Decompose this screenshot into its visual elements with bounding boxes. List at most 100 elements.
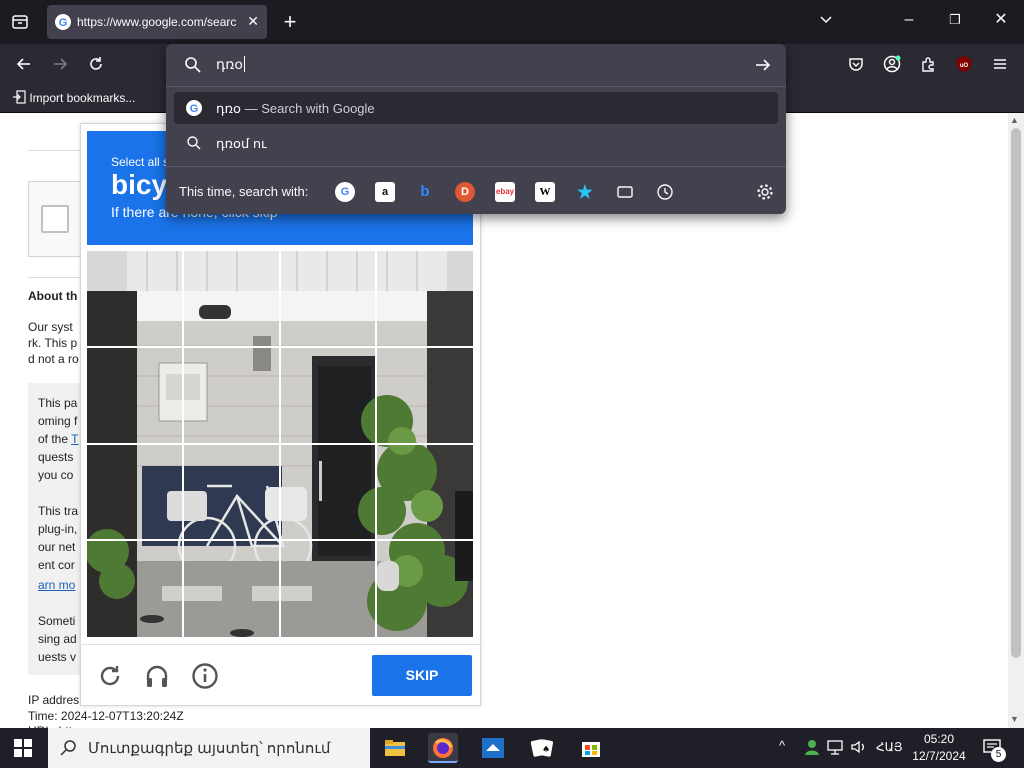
reload-challenge-icon[interactable] [96, 662, 124, 695]
tab-list-icon[interactable] [6, 8, 34, 36]
captcha-image-grid[interactable] [87, 251, 473, 637]
info-line: ent cor [38, 558, 75, 572]
file-explorer-icon[interactable] [380, 733, 410, 763]
input-language-indicator[interactable]: ՀԱՅ [876, 740, 903, 754]
import-icon [13, 90, 26, 104]
minimize-button[interactable]: – [895, 6, 923, 34]
wikipedia-engine-icon[interactable]: W [535, 182, 555, 202]
ip-address-line: IP addres [28, 693, 80, 707]
info-line: quests [38, 450, 74, 464]
grid-line [87, 346, 473, 348]
history-engine-icon[interactable] [655, 182, 675, 202]
import-bookmarks-label: Import bookmarks... [29, 91, 136, 105]
browser-tab[interactable]: G https://www.google.com/searc ✕ [47, 5, 267, 39]
info-line: This tra [38, 504, 79, 518]
info-line: oming f [38, 414, 78, 428]
search-settings-gear-icon[interactable] [755, 182, 775, 202]
windows-start-icon[interactable] [14, 739, 32, 762]
captcha-instruction: Select all s [111, 155, 170, 169]
grid-line [87, 443, 473, 445]
show-hidden-icons-icon[interactable]: ^ [779, 738, 785, 753]
account-icon[interactable] [878, 50, 906, 78]
google-favicon-icon: G [55, 14, 71, 30]
scroll-down-icon[interactable]: ▼ [1010, 714, 1019, 724]
suggestion-search-term[interactable]: դռօմ ու [174, 127, 778, 159]
forward-arrow-icon[interactable] [46, 50, 74, 78]
divider [28, 277, 80, 278]
suggestion-google-search[interactable]: G դռօ — Search with Google [174, 92, 778, 124]
ublock-origin-icon[interactable]: uO [950, 50, 978, 78]
extensions-icon[interactable] [914, 50, 942, 78]
url-input[interactable]: դռօ [216, 56, 716, 76]
divider [166, 166, 786, 167]
taskbar-search-box[interactable]: Մուտքագրեք այստեղ՝ որոնում [48, 728, 370, 768]
paragraph-line: Our syst [28, 320, 73, 334]
svg-text:uO: uO [960, 63, 969, 69]
info-link[interactable]: T [71, 432, 78, 446]
scrollbar-thumb[interactable] [1011, 128, 1021, 658]
back-arrow-icon[interactable] [10, 50, 38, 78]
clock-date: 12/7/2024 [912, 749, 966, 763]
window-close-button[interactable]: ✕ [987, 6, 1015, 34]
hamburger-menu-icon[interactable] [986, 50, 1014, 78]
clock-time: 05:20 [923, 732, 955, 746]
scroll-up-icon[interactable]: ▲ [1010, 115, 1019, 125]
info-line: plug-in, [38, 522, 78, 536]
info-line: sing ad [38, 632, 77, 646]
firefox-taskbar-icon[interactable] [428, 733, 458, 763]
info-line: Someti [38, 614, 76, 628]
svg-text:G: G [190, 103, 199, 115]
people-tray-icon[interactable] [803, 738, 821, 761]
clock[interactable]: 05:20 12/7/2024 [912, 732, 966, 763]
google-engine-icon[interactable]: G [335, 182, 355, 202]
duckduckgo-engine-icon[interactable]: D [455, 182, 475, 202]
suggestion-label: դռօ — Search with Google [216, 101, 375, 116]
info-line: This pa [38, 396, 78, 410]
go-arrow-icon[interactable] [754, 56, 772, 79]
app-taskbar-icon[interactable] [478, 733, 508, 763]
bookmarks-engine-icon[interactable]: ★ [575, 182, 595, 202]
taskbar-search-placeholder: Մուտքագրեք այստեղ՝ որոնում [88, 740, 331, 757]
pocket-icon[interactable] [842, 50, 870, 78]
tab-bar: G https://www.google.com/searc ✕ + – ❐ ✕ [0, 0, 1024, 44]
recaptcha-checkbox[interactable] [41, 205, 69, 233]
paragraph-line: rk. This p [28, 336, 78, 350]
divider [28, 150, 80, 151]
import-bookmarks-link[interactable]: Import bookmarks... [12, 90, 135, 105]
divider [80, 644, 481, 645]
google-icon: G [186, 100, 202, 116]
info-icon[interactable] [191, 662, 219, 695]
search-icon [60, 740, 76, 756]
tab-title: https://www.google.com/searc [77, 15, 237, 29]
amazon-engine-icon[interactable]: a [375, 182, 395, 202]
search-icon [184, 56, 202, 79]
search-icon [187, 136, 201, 150]
time-line: Time: 2024-12-07T13:20:24Z [28, 709, 184, 723]
ebay-engine-icon[interactable]: ebay [495, 182, 515, 202]
info-line: uests v [38, 650, 77, 664]
notifications-icon[interactable]: 5 [982, 737, 1006, 764]
urlbar-dropdown: դռօ G դռօ — Search with Google դռօմ ու T… [166, 44, 786, 214]
info-line: you co [38, 468, 74, 482]
svg-text:G: G [59, 17, 68, 29]
new-tab-button[interactable]: + [276, 8, 304, 36]
audio-challenge-icon[interactable] [143, 662, 171, 695]
tabs-engine-icon[interactable] [615, 182, 635, 202]
volume-icon[interactable] [850, 738, 868, 761]
reload-icon[interactable] [82, 50, 110, 78]
restore-button[interactable]: ❐ [941, 6, 969, 34]
info-line: our net [38, 540, 76, 554]
divider [166, 86, 786, 87]
microsoft-store-icon[interactable] [576, 733, 606, 763]
skip-button[interactable]: SKIP [372, 655, 472, 696]
svg-text:♠: ♠ [542, 745, 550, 755]
bing-engine-icon[interactable]: b [415, 182, 435, 202]
tab-close-icon[interactable]: ✕ [247, 13, 259, 30]
grid-line [87, 539, 473, 541]
learn-more-link[interactable]: arn mo [38, 578, 75, 592]
solitaire-icon[interactable]: ♠ [527, 733, 557, 763]
network-icon[interactable] [826, 738, 844, 761]
list-all-tabs-icon[interactable] [812, 6, 840, 34]
page-heading: About th [28, 289, 78, 303]
notification-count-badge: 5 [991, 747, 1006, 762]
